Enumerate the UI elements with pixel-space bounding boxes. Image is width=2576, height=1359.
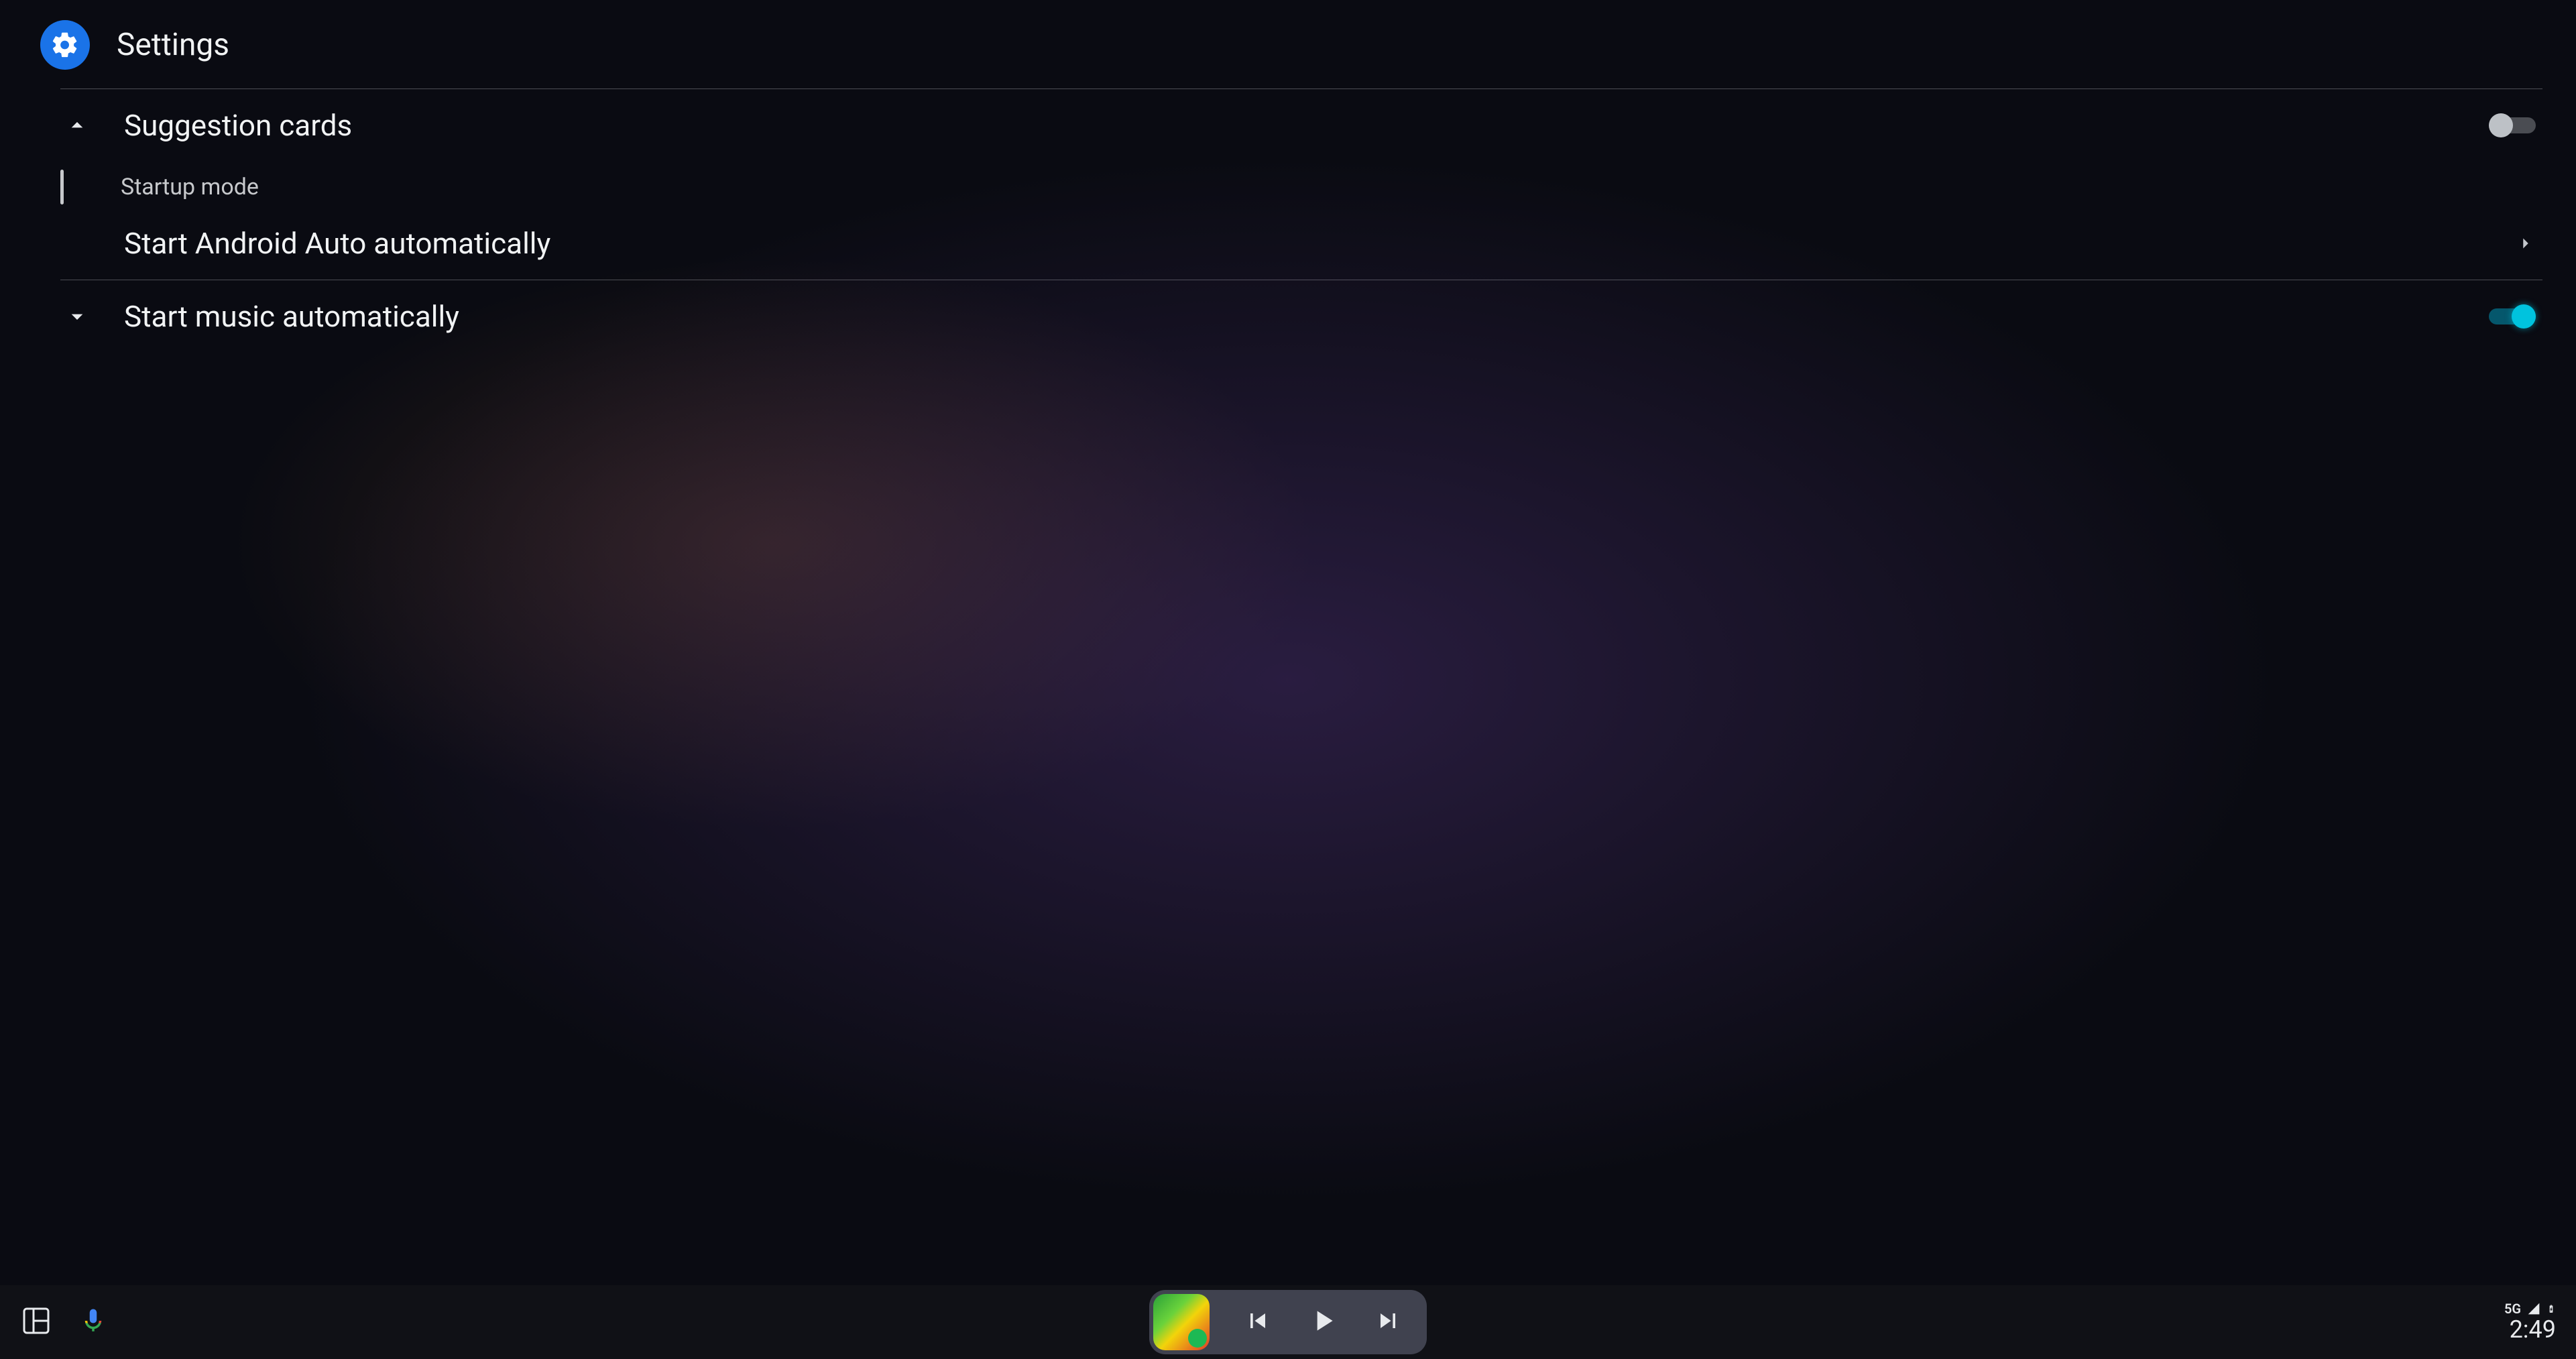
suggestion-cards-toggle[interactable]: [2489, 113, 2536, 137]
settings-list: Suggestion cards Startup mode Start Andr…: [60, 88, 2542, 1285]
skip-previous-icon: [1243, 1306, 1273, 1336]
play-button[interactable]: [1306, 1304, 1340, 1340]
bottom-bar: 5G 2:49: [0, 1285, 2576, 1359]
clock: 2:49: [2510, 1315, 2556, 1344]
start-android-auto-label: Start Android Auto automatically: [124, 226, 2516, 261]
start-music-label: Start music automatically: [124, 299, 2489, 334]
assistant-button[interactable]: [79, 1307, 107, 1338]
skip-next-icon: [1373, 1306, 1403, 1336]
network-label: 5G: [2504, 1301, 2521, 1317]
start-music-toggle[interactable]: [2489, 304, 2536, 329]
scroll-down-button[interactable]: [60, 303, 124, 330]
next-track-button[interactable]: [1373, 1306, 1403, 1338]
chevron-up-icon: [64, 112, 91, 139]
settings-screen: Settings Suggestion cards Startup mode: [0, 0, 2576, 1359]
play-icon: [1306, 1304, 1340, 1338]
scroll-up-button[interactable]: [60, 112, 124, 139]
signal-icon: [2525, 1302, 2542, 1315]
row-start-music[interactable]: Start music automatically: [60, 280, 2542, 353]
album-art[interactable]: [1153, 1294, 1210, 1350]
microphone-icon: [79, 1307, 107, 1335]
previous-track-button[interactable]: [1243, 1306, 1273, 1338]
media-controls: [1149, 1290, 1427, 1354]
status-area: 5G 2:49: [2504, 1301, 2556, 1344]
launcher-icon: [20, 1305, 52, 1337]
suggestion-cards-label: Suggestion cards: [124, 108, 2489, 143]
launcher-button[interactable]: [20, 1305, 52, 1340]
gear-icon: [40, 20, 90, 70]
content-area: Settings Suggestion cards Startup mode: [0, 0, 2576, 1285]
page-title: Settings: [117, 27, 229, 63]
header-row: Settings: [20, 7, 2542, 88]
section-startup-mode: Startup mode: [60, 162, 2542, 207]
row-start-android-auto[interactable]: Start Android Auto automatically: [60, 207, 2542, 280]
chevron-down-icon: [64, 303, 91, 330]
row-suggestion-cards[interactable]: Suggestion cards: [60, 89, 2542, 162]
battery-icon: [2546, 1301, 2556, 1317]
chevron-right-icon: [2516, 233, 2542, 253]
